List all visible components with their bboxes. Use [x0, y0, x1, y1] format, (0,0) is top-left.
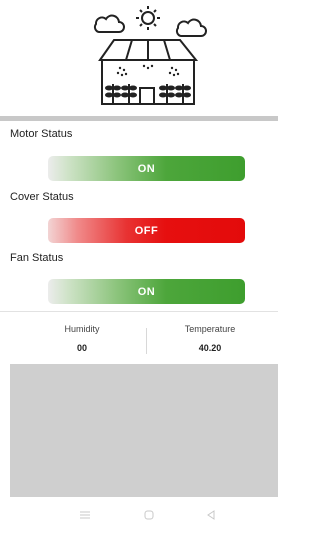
home-icon[interactable] — [139, 505, 159, 525]
app-header — [0, 0, 278, 116]
cover-status-value: OFF — [134, 224, 159, 237]
humidity-value: 00 — [76, 343, 87, 353]
fan-status-label: Fan Status — [10, 252, 64, 264]
cover-status-toggle[interactable]: OFF — [48, 218, 245, 243]
empty-content-area — [10, 364, 278, 497]
motor-status-value: ON — [137, 162, 156, 175]
motor-status-label: Motor Status — [10, 128, 73, 140]
temperature-value: 40.20 — [198, 343, 222, 353]
fan-status-toggle[interactable]: ON — [48, 279, 245, 304]
motor-status-toggle[interactable]: ON — [48, 156, 245, 181]
sensor-readings: Humidity 00 Temperature 40.20 — [0, 312, 278, 362]
fan-status-value: ON — [137, 285, 156, 298]
readings-vertical-divider — [146, 328, 147, 354]
humidity-label: Humidity — [64, 324, 100, 334]
greenhouse-logo-icon — [93, 6, 207, 105]
humidity-reading: Humidity 00 — [22, 324, 142, 353]
system-navbar — [0, 497, 278, 539]
cover-status-label: Cover Status — [10, 191, 74, 203]
back-icon[interactable] — [201, 505, 221, 525]
header-divider — [0, 116, 278, 121]
menu-icon[interactable] — [75, 505, 95, 525]
temperature-reading: Temperature 40.20 — [150, 324, 270, 353]
temperature-label: Temperature — [184, 324, 236, 334]
